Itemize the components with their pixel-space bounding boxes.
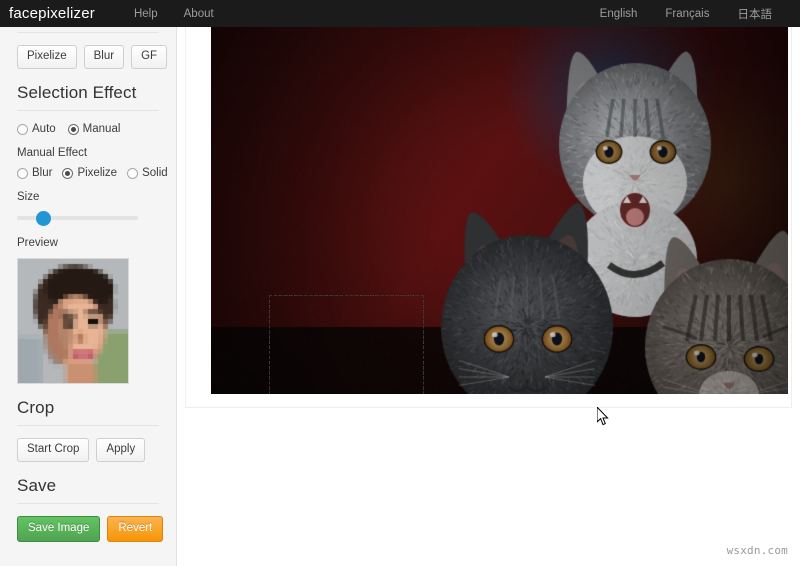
preview-thumbnail: [17, 258, 129, 384]
top-navbar: facepixelizer Help About English Françai…: [0, 0, 800, 28]
watermark: wsxdn.com: [727, 544, 788, 557]
manual-effect-label: Manual Effect: [17, 147, 176, 159]
crop-heading: Crop: [17, 398, 176, 418]
radio-pixelize-icon[interactable]: [62, 168, 73, 179]
radio-manual[interactable]: Manual: [68, 123, 121, 135]
radio-manual-label: Manual: [83, 123, 121, 135]
start-crop-button[interactable]: Start Crop: [17, 438, 89, 462]
size-label: Size: [17, 191, 176, 203]
size-slider-thumb[interactable]: [36, 211, 51, 226]
crop-button-group: Start Crop Apply: [0, 426, 176, 462]
pixelize-button[interactable]: Pixelize: [17, 45, 77, 69]
main-content: wsxdn.com: [177, 27, 800, 566]
gf-button[interactable]: GF: [131, 45, 167, 69]
radio-solid[interactable]: Solid: [127, 167, 168, 179]
nav-lang-english[interactable]: English: [586, 8, 652, 20]
effect-button-group: Pixelize Blur GF: [0, 33, 176, 69]
radio-auto-label: Auto: [32, 123, 56, 135]
selection-effect-divider: [17, 110, 159, 111]
photo-canvas[interactable]: [211, 27, 788, 394]
radio-auto-icon[interactable]: [17, 124, 28, 135]
radio-pixelize[interactable]: Pixelize: [62, 167, 117, 179]
radio-blur-label: Blur: [32, 167, 52, 179]
radio-solid-icon[interactable]: [127, 168, 138, 179]
radio-blur-icon[interactable]: [17, 168, 28, 179]
nav-lang-francais[interactable]: Français: [651, 8, 723, 20]
language-switcher: English Français 日本語: [586, 6, 800, 22]
nav-about[interactable]: About: [171, 8, 227, 20]
manual-effect-radio-group: Blur Pixelize Solid: [17, 167, 176, 179]
nav-lang-japanese[interactable]: 日本語: [724, 6, 787, 22]
effect-mode-radio-group: Auto Manual: [17, 123, 176, 135]
apply-crop-button[interactable]: Apply: [96, 438, 145, 462]
preview-canvas: [18, 259, 128, 383]
radio-solid-label: Solid: [142, 167, 168, 179]
nav-help[interactable]: Help: [121, 8, 171, 20]
save-image-button[interactable]: Save Image: [17, 516, 100, 542]
size-slider[interactable]: [17, 211, 138, 225]
brand-logo[interactable]: facepixelizer: [0, 5, 121, 22]
blur-button[interactable]: Blur: [84, 45, 124, 69]
radio-manual-icon[interactable]: [68, 124, 79, 135]
radio-auto[interactable]: Auto: [17, 123, 56, 135]
selection-effect-heading: Selection Effect: [17, 83, 176, 103]
mouse-cursor-icon: [597, 407, 609, 426]
radio-pixelize-label: Pixelize: [77, 167, 117, 179]
save-heading: Save: [17, 476, 176, 496]
preview-label: Preview: [17, 237, 176, 249]
app-root: facepixelizer Help About English Françai…: [0, 0, 800, 566]
tools-sidebar: Pixelize Blur GF Selection Effect Auto M…: [0, 27, 177, 566]
radio-blur[interactable]: Blur: [17, 167, 52, 179]
image-canvas-holder[interactable]: [211, 27, 788, 394]
save-button-group: Save Image Revert: [0, 504, 176, 542]
image-editor-panel: [185, 27, 792, 408]
revert-button[interactable]: Revert: [107, 516, 163, 542]
